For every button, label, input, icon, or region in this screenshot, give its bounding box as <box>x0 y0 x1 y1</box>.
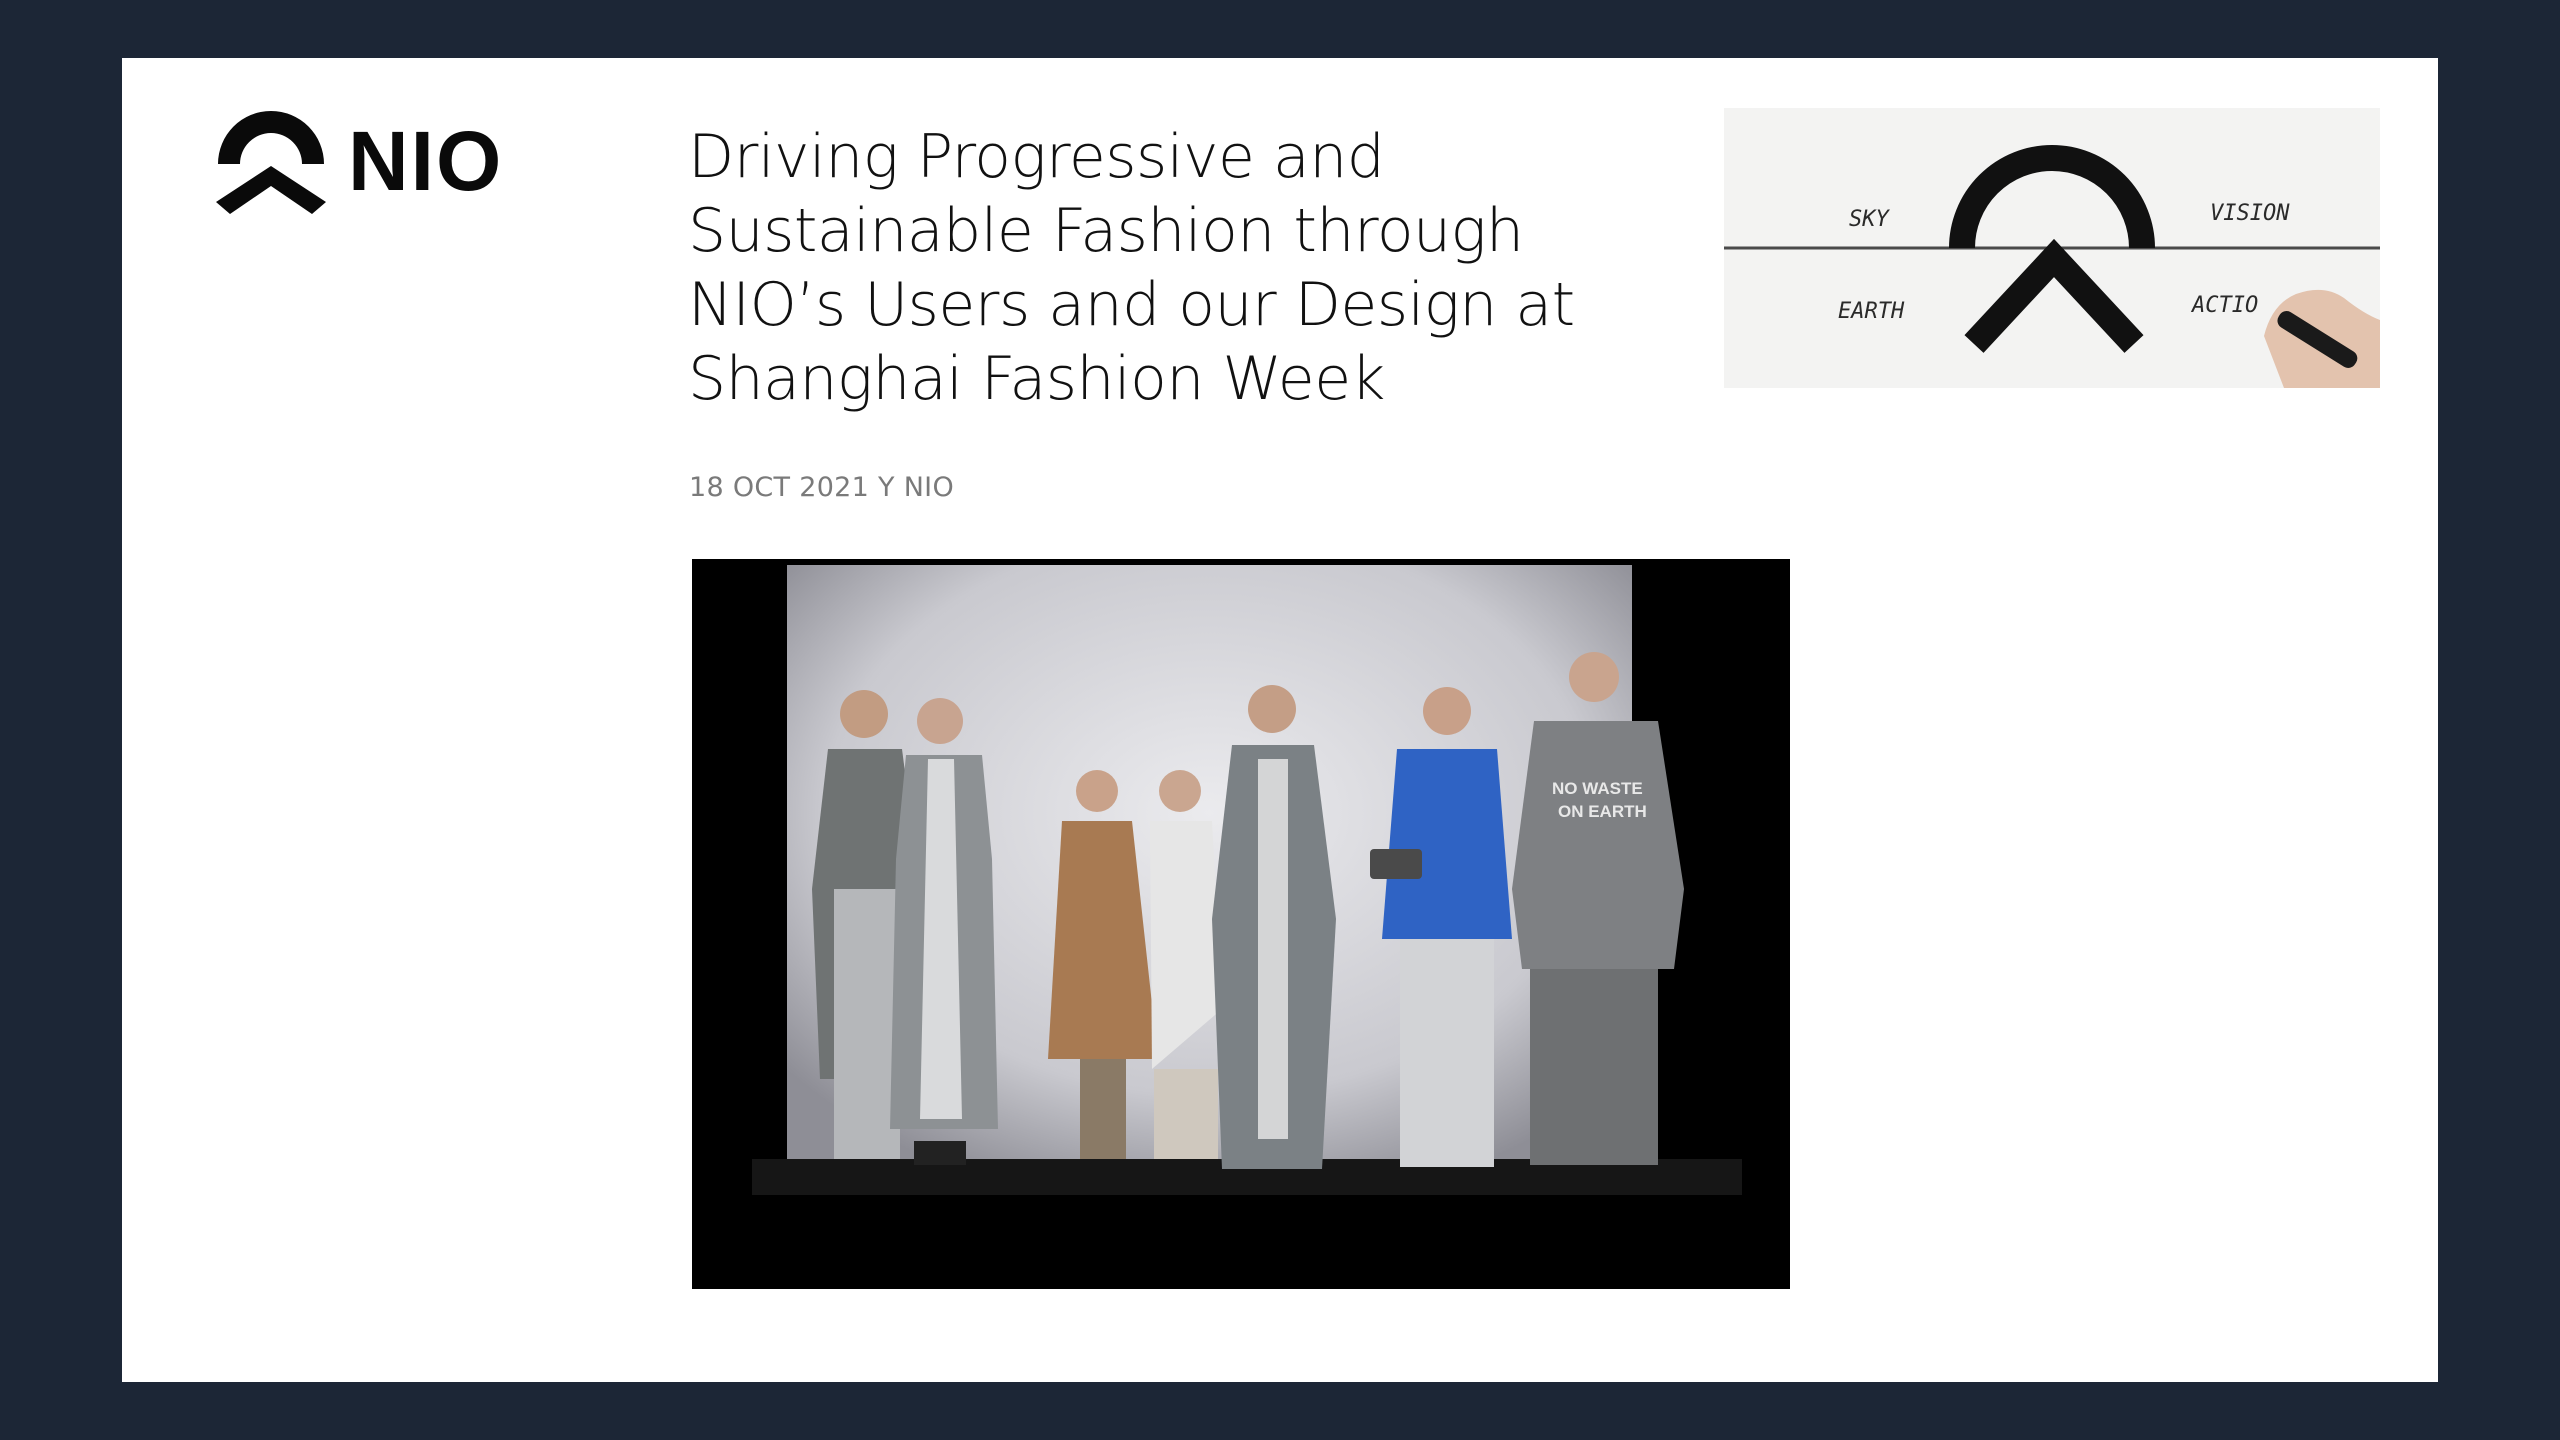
headline-line: Sustainable Fashion through <box>688 196 1524 266</box>
nio-logo[interactable]: NIO <box>212 106 503 216</box>
headline-line: NIO’s Users and our Design at <box>688 270 1575 340</box>
headline-line: Shanghai Fashion Week <box>688 344 1385 414</box>
label-earth: EARTH <box>1838 299 1905 324</box>
shirt-text-line2: ON EARTH <box>1558 802 1647 821</box>
model-4 <box>1150 770 1222 1159</box>
slide: NIO Driving Progressive and Sustainable … <box>122 58 2438 1382</box>
shirt-text-line1: NO WASTE <box>1552 779 1643 798</box>
article-dateline: 18 OCT 2021 Y NIO <box>689 472 955 503</box>
sketch-image: SKY VISION EARTH ACTIO <box>1724 108 2380 388</box>
label-action: ACTIO <box>2190 293 2258 318</box>
label-sky: SKY <box>1849 207 1890 232</box>
label-vision: VISION <box>2210 201 2290 226</box>
logo-wordmark: NIO <box>348 114 504 208</box>
article-headline: Driving Progressive and Sustainable Fash… <box>688 120 1738 416</box>
runway-photo: NO WASTE ON EARTH <box>692 559 1790 1289</box>
nio-logo-icon <box>216 111 326 214</box>
model-2 <box>890 698 998 1165</box>
headline-line: Driving Progressive and <box>688 122 1385 192</box>
